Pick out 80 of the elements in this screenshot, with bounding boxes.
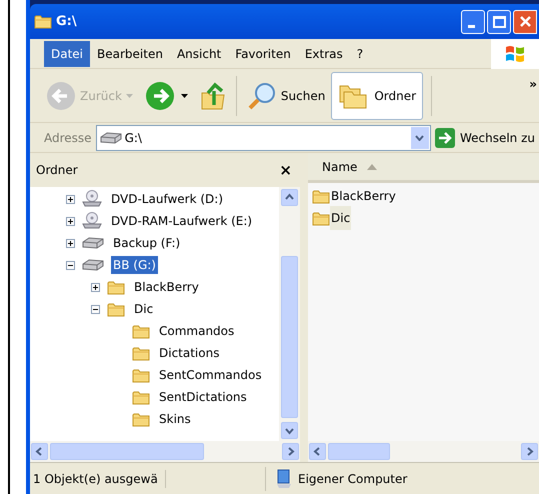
tree-item[interactable]: Dictations xyxy=(157,344,222,362)
tree-item[interactable]: Commandos xyxy=(157,322,236,340)
address-label: Adresse xyxy=(44,130,92,146)
pane-close-button[interactable]: × xyxy=(279,158,294,182)
folder-icon xyxy=(312,210,330,226)
expand-toggle[interactable] xyxy=(66,238,75,248)
menu-item[interactable]: Favoriten xyxy=(228,40,298,66)
expand-toggle[interactable] xyxy=(66,194,75,204)
pane-title: Ordner xyxy=(36,162,78,179)
status-text: 1 Objekt(e) ausgewä xyxy=(30,470,166,488)
go-button[interactable]: Wechseln zu xyxy=(434,128,539,148)
tree-item[interactable]: BlackBerry xyxy=(132,278,201,296)
expand-toggle[interactable] xyxy=(91,282,100,292)
tree-item[interactable]: DVD-RAM-Laufwerk (E:) xyxy=(109,212,254,230)
tree-item[interactable]: Backup (F:) xyxy=(111,234,182,252)
folder-icon xyxy=(132,346,150,360)
cd-drive-icon xyxy=(82,212,102,230)
scroll-thumb[interactable] xyxy=(50,443,204,460)
folder-icon xyxy=(34,14,52,29)
scroll-right-button[interactable] xyxy=(521,443,538,460)
menu-item[interactable]: Ansicht xyxy=(170,40,228,66)
computer-icon xyxy=(276,468,292,488)
menu-item[interactable]: Bearbeiten xyxy=(90,40,170,66)
menu-item[interactable]: Extras xyxy=(298,40,350,66)
close-button[interactable] xyxy=(513,10,537,34)
scroll-thumb[interactable] xyxy=(328,443,390,460)
menu-item[interactable]: Datei xyxy=(44,40,90,66)
column-header[interactable]: Name xyxy=(308,153,539,183)
minimize-button[interactable] xyxy=(461,10,485,34)
folder-icon xyxy=(312,188,330,204)
sort-ascending-icon xyxy=(367,164,378,170)
scroll-left-button[interactable] xyxy=(309,443,326,460)
drive-icon xyxy=(82,259,104,271)
folder-icon xyxy=(107,302,125,316)
folder-icon xyxy=(132,412,150,426)
tree-item[interactable]: SentCommandos xyxy=(157,366,264,384)
chevron-icon xyxy=(285,426,294,435)
address-field[interactable]: G:\ xyxy=(96,124,431,150)
flag-logo-icon xyxy=(505,44,525,64)
tree-item[interactable]: Dic xyxy=(132,300,156,318)
scroll-thumb[interactable] xyxy=(281,256,298,418)
chevron-down-icon xyxy=(415,134,424,140)
dropdown-button[interactable] xyxy=(410,126,429,148)
folder-up-arrow-icon xyxy=(200,80,226,110)
tree-item[interactable]: BB (G:) xyxy=(111,256,158,274)
dropdown-caret-icon xyxy=(126,94,133,98)
scroll-left-button[interactable] xyxy=(31,443,48,460)
chevron-icon xyxy=(313,447,322,456)
drive-icon xyxy=(100,132,122,144)
toolbar-overflow-chevron[interactable]: » xyxy=(529,75,537,93)
menu-item[interactable]: ? xyxy=(350,40,370,66)
expand-toggle[interactable] xyxy=(66,216,75,226)
tree-item[interactable]: Skins xyxy=(157,410,193,428)
search-icon xyxy=(246,80,277,110)
maximize-button[interactable] xyxy=(487,10,511,34)
collapse-toggle[interactable] xyxy=(66,260,75,270)
file-item[interactable]: Dic xyxy=(330,206,352,230)
collapse-toggle[interactable] xyxy=(91,304,100,314)
tree-item[interactable]: SentDictations xyxy=(157,388,249,406)
dropdown-caret-icon xyxy=(180,94,188,98)
folders-button[interactable]: Ordner xyxy=(331,72,424,120)
folder-icon xyxy=(132,324,150,338)
chevron-icon xyxy=(286,447,295,456)
window-title: G:\ xyxy=(56,12,77,31)
chevron-icon xyxy=(35,447,44,456)
scroll-right-button[interactable] xyxy=(282,443,299,460)
drive-icon xyxy=(82,237,104,249)
folder-icon xyxy=(132,368,150,382)
close-icon xyxy=(518,15,532,28)
scroll-down-button[interactable] xyxy=(281,422,298,439)
chevron-icon xyxy=(285,193,294,202)
scroll-up-button[interactable] xyxy=(281,189,298,206)
file-item[interactable]: BlackBerry xyxy=(330,184,397,208)
folder-icon xyxy=(107,280,125,294)
chevron-icon xyxy=(525,447,534,456)
cd-drive-icon xyxy=(82,190,102,208)
search-button[interactable]: Suchen xyxy=(244,76,328,116)
folder-icon xyxy=(132,390,150,404)
zone-text: Eigener Computer xyxy=(298,470,408,488)
tree-item[interactable]: DVD-Laufwerk (D:) xyxy=(109,190,226,208)
